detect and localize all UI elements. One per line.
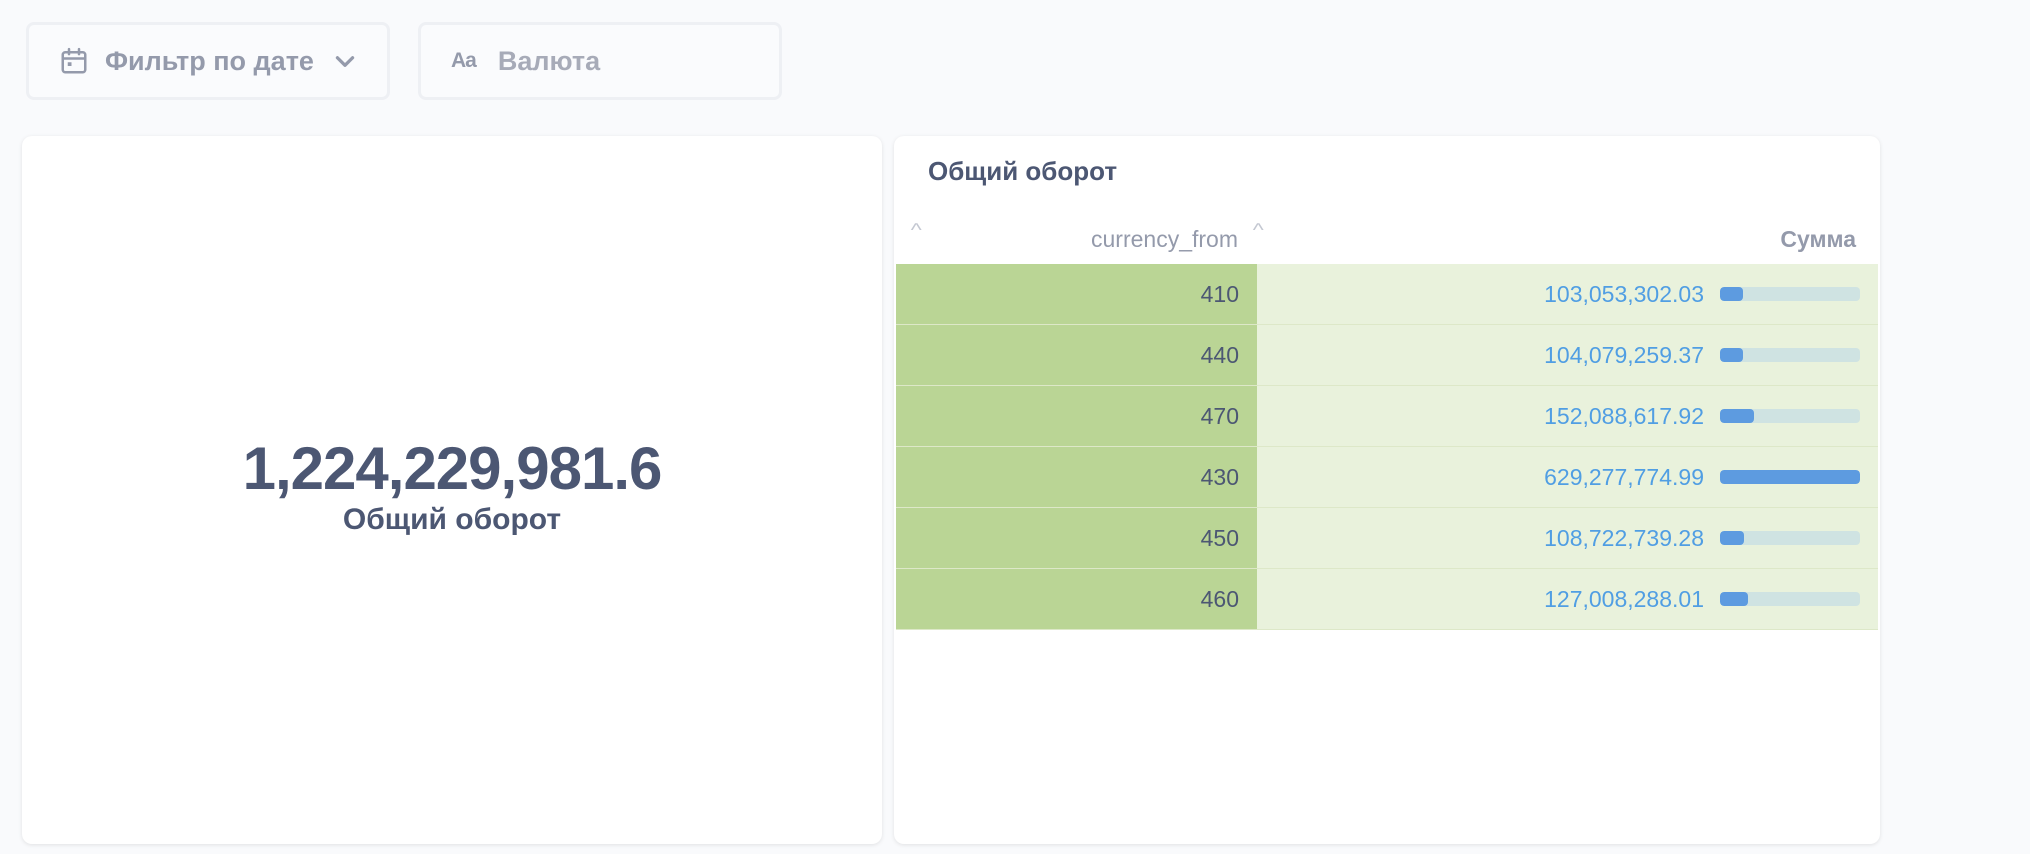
- table-title[interactable]: Общий оборот: [928, 156, 1117, 187]
- calendar-icon: [59, 46, 89, 76]
- text-aa-icon: Aa: [451, 49, 477, 72]
- table-row[interactable]: 470 152,088,617.92: [896, 386, 1878, 447]
- amount-cell: 152,088,617.92: [1257, 386, 1878, 446]
- scalar-card[interactable]: 1,224,229,981.6 Общий оборот: [22, 136, 882, 844]
- amount-cell: 108,722,739.28: [1257, 508, 1878, 568]
- table-row[interactable]: 460 127,008,288.01: [896, 569, 1878, 630]
- currency-from-cell: 430: [896, 447, 1257, 507]
- date-filter-label: Фильтр по дате: [105, 45, 314, 76]
- column-header-label: currency_from: [1091, 225, 1238, 252]
- mini-bar-track: [1720, 409, 1860, 423]
- currency-from-cell: 450: [896, 508, 1257, 568]
- table-body: 410 103,053,302.03 440 104,079,259.37 47…: [896, 264, 1878, 630]
- table-row[interactable]: 440 104,079,259.37: [896, 325, 1878, 386]
- amount-value[interactable]: 108,722,739.28: [1544, 525, 1704, 552]
- mini-bar-fill: [1720, 531, 1745, 545]
- mini-bar-track: [1720, 348, 1860, 362]
- column-header-amount[interactable]: Сумма: [1254, 216, 1874, 262]
- amount-value[interactable]: 629,277,774.99: [1544, 464, 1704, 491]
- scalar-title[interactable]: Общий оборот: [22, 502, 882, 538]
- amount-cell: 104,079,259.37: [1257, 325, 1878, 385]
- currency-from-cell: 460: [896, 569, 1257, 629]
- currency-filter-label: Валюта: [497, 45, 601, 76]
- amount-value[interactable]: 103,053,302.03: [1544, 281, 1704, 308]
- mini-bar-fill: [1720, 287, 1743, 301]
- amount-value[interactable]: 104,079,259.37: [1544, 342, 1704, 369]
- amount-cell: 103,053,302.03: [1257, 264, 1878, 324]
- scalar-value: 1,224,229,981.6: [242, 435, 663, 502]
- table-row[interactable]: 410 103,053,302.03: [896, 264, 1878, 325]
- amount-cell: 127,008,288.01: [1257, 569, 1878, 629]
- column-header-currency-from[interactable]: currency_from: [894, 216, 1254, 262]
- column-header-label: Сумма: [1780, 225, 1856, 252]
- amount-cell: 629,277,774.99: [1257, 447, 1878, 507]
- currency-filter-input[interactable]: Aa Валюта: [418, 22, 782, 100]
- currency-from-cell: 470: [896, 386, 1257, 446]
- mini-bar-fill: [1720, 409, 1754, 423]
- table-row[interactable]: 430 629,277,774.99: [896, 447, 1878, 508]
- chevron-down-icon: [332, 48, 358, 74]
- mini-bar-track: [1720, 531, 1860, 545]
- date-filter-button[interactable]: Фильтр по дате: [26, 22, 390, 100]
- mini-bar-track: [1720, 287, 1860, 301]
- amount-value[interactable]: 152,088,617.92: [1544, 403, 1704, 430]
- amount-value[interactable]: 127,008,288.01: [1544, 586, 1704, 613]
- filter-bar: Фильтр по дате Aa Валюта: [0, 0, 2030, 120]
- table-row[interactable]: 450 108,722,739.28: [896, 508, 1878, 569]
- mini-bar-fill: [1720, 470, 1860, 484]
- table-header: ^ currency_from ^ Сумма: [894, 216, 1880, 262]
- mini-bar-track: [1720, 470, 1860, 484]
- table-card[interactable]: Общий оборот ^ currency_from ^ Сумма 410…: [894, 136, 1880, 844]
- currency-from-cell: 440: [896, 325, 1257, 385]
- mini-bar-track: [1720, 592, 1860, 606]
- currency-from-cell: 410: [896, 264, 1257, 324]
- mini-bar-fill: [1720, 348, 1744, 362]
- scalar-content: 1,224,229,981.6 Общий оборот: [22, 436, 882, 538]
- mini-bar-fill: [1720, 592, 1749, 606]
